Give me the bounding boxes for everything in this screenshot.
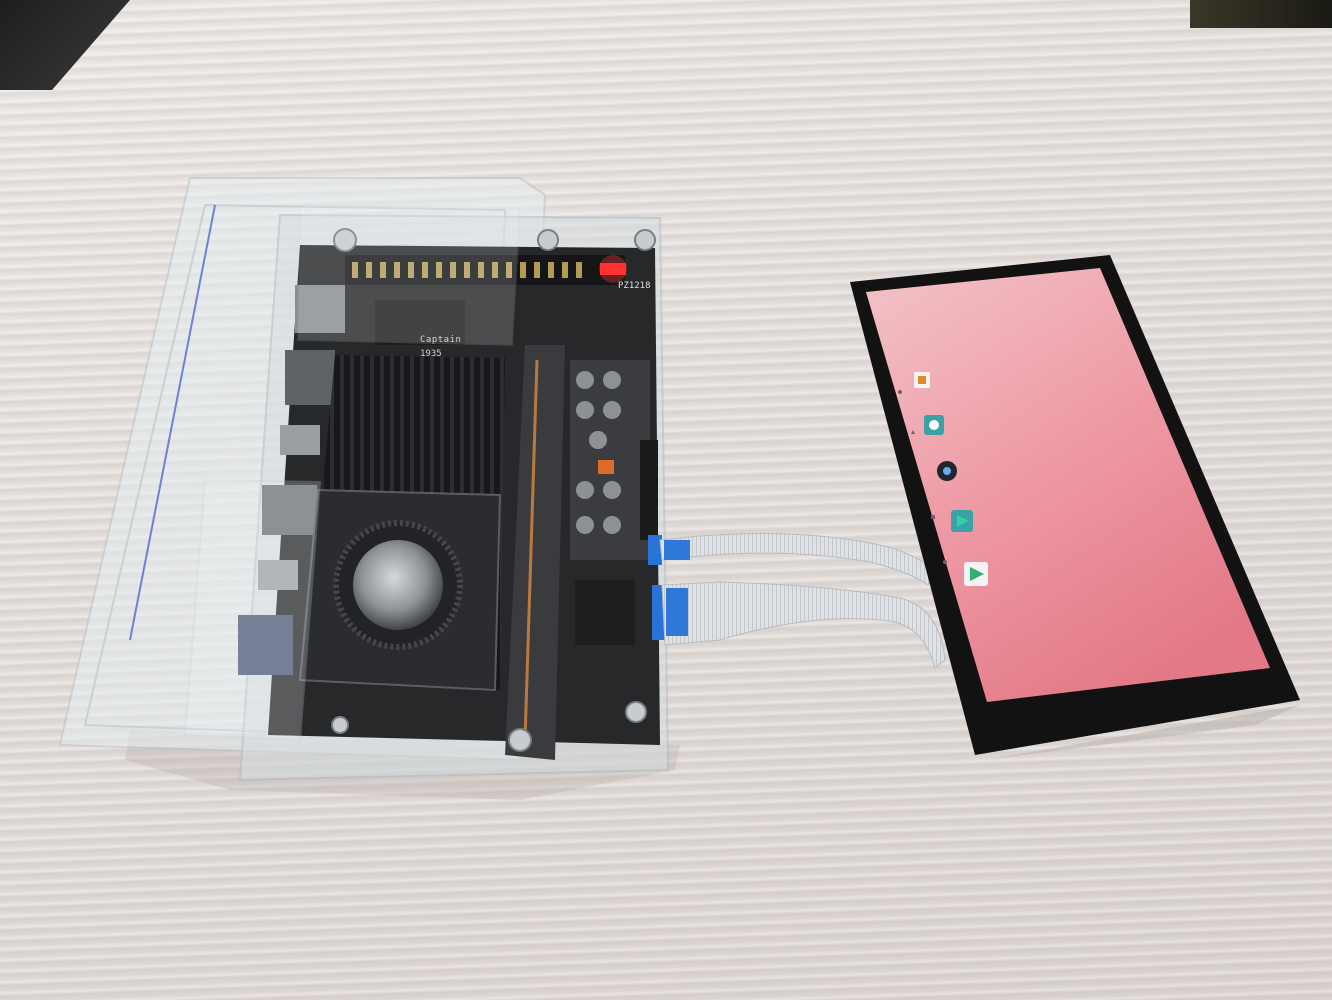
ribbon-cables — [659, 532, 946, 669]
usb-c-port — [280, 425, 320, 455]
lcd-display — [850, 255, 1300, 760]
board-silkscreen-3: PZ1218 — [618, 281, 651, 291]
usb-port-top — [285, 350, 335, 405]
heatsink — [298, 355, 505, 692]
photo-scene: Captain 1935 PZ1218 — [0, 0, 1332, 1000]
photo-illustration: Captain 1935 PZ1218 — [58, 177, 1300, 800]
